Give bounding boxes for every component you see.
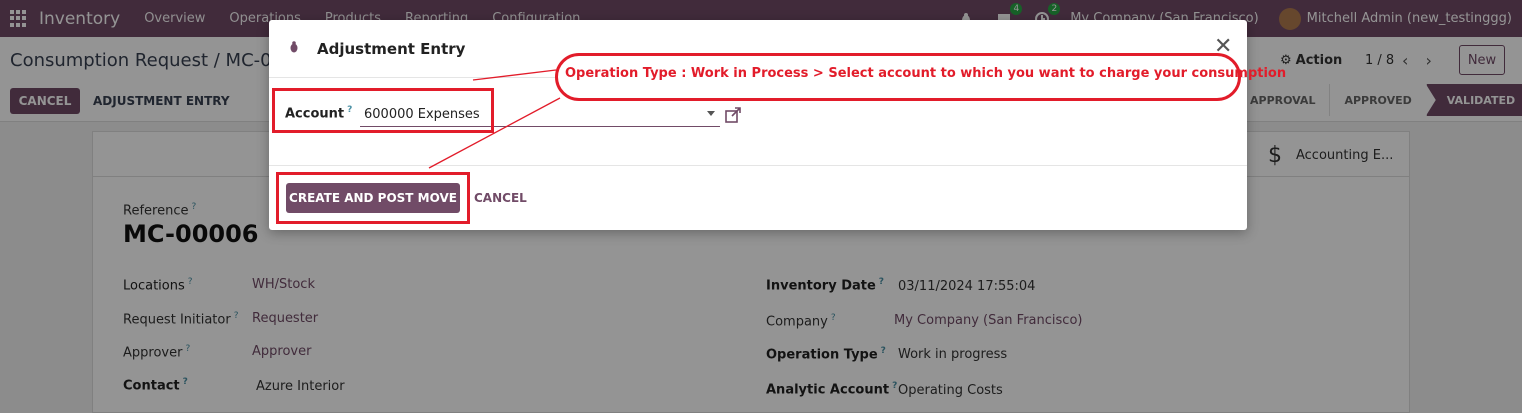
external-link-icon[interactable]	[724, 106, 742, 128]
annotation-text: Operation Type : Work in Process > Selec…	[565, 66, 1287, 81]
post-move-highlight-box	[276, 172, 470, 224]
dialog-footer-divider	[269, 165, 1247, 166]
chevron-down-icon[interactable]	[707, 111, 715, 116]
bug-icon	[288, 41, 300, 57]
account-highlight-box	[272, 88, 494, 133]
dialog-cancel-button[interactable]: CANCEL	[474, 191, 527, 205]
dialog-title: Adjustment Entry	[317, 40, 466, 58]
